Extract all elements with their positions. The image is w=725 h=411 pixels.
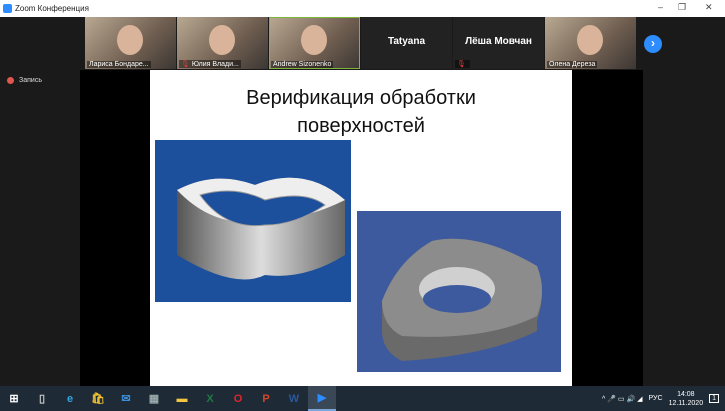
date: 12.11.2020 [668, 399, 704, 407]
participant-video [577, 25, 603, 55]
participant-name: Andrew Sizonenko [271, 61, 334, 68]
language-indicator[interactable]: РУС [649, 395, 663, 402]
system-tray: ^ 🎤 ▭ 🔊 ◢ РУС 14:08 12.11.2020 1 [602, 386, 725, 411]
record-icon [7, 77, 14, 84]
participant-tile[interactable]: Олена Дереза [545, 17, 636, 69]
participant-video [301, 25, 327, 55]
slide-title-line2: поверхностей [297, 115, 425, 137]
participant-tile[interactable]: Лариса Бондаре... [85, 17, 176, 69]
close-button[interactable]: ✕ [705, 2, 713, 13]
participant-name: 🎙 Юлия Влади... [179, 60, 241, 68]
triangle-model-image [357, 211, 561, 372]
taskbar-calculator-button[interactable]: ▦ [140, 386, 168, 411]
taskbar-word-button[interactable]: W [280, 386, 308, 411]
participant-strip: Лариса Бондаре... 🎙 Юлия Влади... Andrew … [85, 17, 636, 69]
word-icon: W [288, 392, 300, 405]
minimize-button[interactable]: – [658, 2, 663, 12]
taskbar-store-button[interactable]: 🛍 [84, 386, 112, 411]
taskbar-opera-button[interactable]: O [224, 386, 252, 411]
next-page-button[interactable]: › [644, 35, 662, 53]
window-title: Zoom Конференция [15, 4, 89, 13]
zoom-icon: ▶ [317, 392, 327, 404]
tray-icons[interactable]: ^ 🎤 ▭ 🔊 ◢ [602, 395, 643, 403]
participant-video [117, 25, 143, 55]
mail-icon: ✉ [121, 393, 131, 405]
participant-tile-active-speaker[interactable]: Andrew Sizonenko [269, 17, 360, 69]
recording-indicator[interactable]: Запись [7, 77, 42, 84]
ring-model-image [155, 140, 351, 302]
taskbar-zoom-button[interactable]: ▶ [308, 386, 336, 411]
taskbar-excel-button[interactable]: X [196, 386, 224, 411]
restore-button[interactable]: ❐ [678, 2, 686, 13]
participant-tile[interactable]: Лёша Мовчан 🎙 [453, 17, 544, 69]
taskbar-edge-button[interactable]: e [56, 386, 84, 411]
taskbar-explorer-button[interactable]: ▬ [168, 386, 196, 411]
edge-icon: e [66, 392, 74, 405]
notification-center-button[interactable]: 1 [709, 394, 719, 403]
participant-name: Олена Дереза [547, 61, 598, 68]
start-icon: ⊞ [9, 393, 19, 405]
clock[interactable]: 14:08 12.11.2020 [669, 390, 704, 408]
recording-label: Запись [19, 77, 42, 84]
slide-title-line1: Верификация обработки [246, 87, 476, 109]
zoom-logo-icon [3, 4, 12, 13]
explorer-icon: ▬ [176, 392, 188, 405]
mic-muted-icon: 🎙 [181, 61, 190, 68]
participant-name-text: Юлия Влади... [191, 61, 239, 68]
participant-video [209, 25, 235, 55]
participant-name: Лёша Мовчан [465, 36, 532, 47]
task-view-icon: ▯ [38, 393, 46, 405]
slide-title: Верификация обработки поверхностей [150, 84, 572, 140]
ring-model-drawing [177, 177, 345, 280]
triangle-model-drawing [382, 238, 542, 361]
participant-name: Tatyana [387, 36, 426, 47]
time: 14:08 [677, 390, 695, 398]
windows-taskbar: ⊞ ▯ e 🛍 ✉ ▦ ▬ X O P W ▶ ^ 🎤 ▭ 🔊 ◢ РУС 14:08 12.11.20… [0, 386, 725, 411]
participant-name: Лариса Бондаре... [87, 61, 151, 68]
mic-muted-icon: 🎙 [455, 60, 470, 68]
store-icon: 🛍 [91, 393, 105, 405]
opera-icon: O [233, 392, 243, 405]
calculator-icon: ▦ [148, 393, 160, 405]
excel-icon: X [206, 392, 214, 405]
powerpoint-icon: P [262, 392, 270, 405]
taskbar-start-button[interactable]: ⊞ [0, 386, 28, 411]
taskbar-powerpoint-button[interactable]: P [252, 386, 280, 411]
title-bar: Zoom Конференция – ❐ ✕ [0, 0, 725, 17]
participant-tile[interactable]: 🎙 Юлия Влади... [177, 17, 268, 69]
participant-tile[interactable]: Tatyana [361, 17, 452, 69]
presentation-slide: Верификация обработки поверхностей [150, 70, 572, 386]
taskbar-mail-button[interactable]: ✉ [112, 386, 140, 411]
taskbar-task-view-button[interactable]: ▯ [28, 386, 56, 411]
